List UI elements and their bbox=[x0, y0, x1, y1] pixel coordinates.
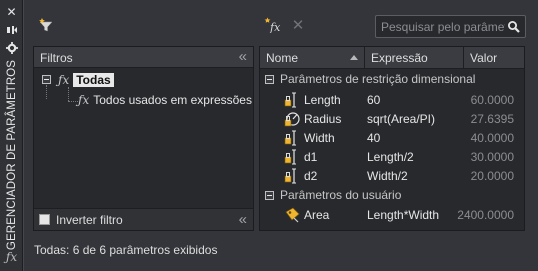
sort-ascending-icon bbox=[350, 55, 358, 60]
properties-gear-icon[interactable] bbox=[3, 40, 20, 56]
radial-dimension-icon bbox=[284, 112, 300, 127]
new-user-parameter-icon[interactable]: fx bbox=[264, 17, 284, 33]
filters-title: Filtros bbox=[40, 51, 73, 65]
tree-item-used-in-expressions[interactable]: ƒx Todos usados em expressões bbox=[78, 91, 252, 108]
parameter-value: 27.6395 bbox=[470, 112, 514, 126]
status-text: Todas: 6 de 6 parâmetros exibidos bbox=[34, 243, 218, 257]
filters-panel: Filtros « ƒx Todas ƒx Todos usados em ex… bbox=[33, 46, 254, 231]
table-row[interactable]: Radius sqrt(Area/PI) 27.6395 bbox=[260, 109, 524, 128]
collapse-toggle-icon[interactable] bbox=[42, 75, 51, 84]
parameter-name: Width bbox=[304, 131, 335, 145]
collapse-filters-icon[interactable]: « bbox=[239, 212, 247, 228]
tree-item-label: Todas bbox=[73, 72, 114, 87]
table-row[interactable]: d2 Width/2 20.0000 bbox=[260, 166, 524, 185]
invert-filter-checkbox[interactable] bbox=[39, 214, 50, 225]
parameter-name: d1 bbox=[304, 150, 318, 164]
search-icon[interactable] bbox=[507, 20, 521, 34]
search-input[interactable] bbox=[381, 19, 505, 35]
parameter-value: 30.0000 bbox=[470, 150, 514, 164]
filters-footer: Inverter filtro « bbox=[34, 208, 253, 230]
fx-icon: ƒx bbox=[5, 250, 18, 264]
palette-title[interactable]: GERENCIADOR DE PARÂMETROS bbox=[2, 60, 22, 250]
parameter-expression[interactable]: Width/2 bbox=[367, 169, 408, 183]
close-icon[interactable]: ✕ bbox=[3, 4, 20, 20]
new-filter-group-icon[interactable] bbox=[38, 17, 54, 33]
delete-icon[interactable]: ✕ bbox=[290, 17, 306, 34]
group-row-user[interactable]: Parâmetros do usuário bbox=[260, 186, 524, 204]
column-header-value[interactable]: Valor bbox=[464, 47, 526, 69]
user-parameter-icon bbox=[285, 207, 300, 223]
tree-line bbox=[68, 101, 78, 102]
parameter-expression[interactable]: sqrt(Area/PI) bbox=[367, 112, 435, 126]
parameter-value: 60.0000 bbox=[470, 93, 514, 107]
filters-header: Filtros « bbox=[34, 47, 253, 68]
table-row[interactable]: Area Length*Width 2400.0000 bbox=[260, 205, 524, 224]
parameter-name: Length bbox=[304, 93, 341, 107]
svg-text:fx: fx bbox=[269, 21, 281, 33]
fx-icon: ƒx bbox=[78, 92, 90, 107]
tree-item-all[interactable]: ƒx Todas bbox=[42, 71, 114, 88]
table-row[interactable]: d1 Length/2 30.0000 bbox=[260, 147, 524, 166]
parameter-expression[interactable]: Length/2 bbox=[367, 150, 414, 164]
linear-dimension-icon bbox=[284, 168, 296, 184]
group-row-dimensional[interactable]: Parâmetros de restrição dimensional bbox=[260, 70, 524, 88]
parameter-expression[interactable]: 60 bbox=[367, 93, 380, 107]
table-row[interactable]: Width 40 40.0000 bbox=[260, 128, 524, 147]
collapse-toggle-icon[interactable] bbox=[265, 74, 274, 84]
parameter-name: Area bbox=[304, 208, 330, 222]
table-row[interactable]: Length 60 60.0000 bbox=[260, 90, 524, 109]
column-header-name[interactable]: Nome bbox=[260, 47, 365, 69]
parameters-manager-main: fx ✕ Filtros « ƒx Todas ƒx Todos usados … bbox=[23, 0, 538, 271]
linear-dimension-icon bbox=[284, 130, 296, 146]
parameter-expression[interactable]: 40 bbox=[367, 131, 380, 145]
parameter-expression[interactable]: Length*Width bbox=[367, 208, 439, 222]
parameters-grid: Nome Expressão Valor Parâmetros de restr… bbox=[259, 46, 525, 231]
auto-hide-icon[interactable] bbox=[3, 22, 20, 38]
search-box[interactable] bbox=[375, 15, 526, 38]
tree-line bbox=[68, 87, 69, 101]
parameter-value: 40.0000 bbox=[470, 131, 514, 145]
parameter-value: 20.0000 bbox=[470, 169, 514, 183]
column-header-expression[interactable]: Expressão bbox=[365, 47, 464, 69]
grid-header: Nome Expressão Valor bbox=[260, 47, 524, 69]
linear-dimension-icon bbox=[284, 149, 296, 165]
group-label: Parâmetros de restrição dimensional bbox=[280, 72, 476, 86]
tree-item-label: Todos usados em expressões bbox=[93, 92, 252, 107]
collapse-filters-icon[interactable]: « bbox=[239, 49, 247, 65]
linear-dimension-icon bbox=[284, 92, 296, 108]
parameter-name: Radius bbox=[304, 112, 342, 126]
fx-icon: ƒx bbox=[58, 72, 70, 87]
parameter-name: d2 bbox=[304, 169, 318, 183]
parameter-value: 2400.0000 bbox=[457, 208, 514, 222]
palette-strip: ✕ GERENCIADOR DE PARÂMETROS ƒx bbox=[0, 0, 23, 271]
group-label: Parâmetros do usuário bbox=[280, 188, 402, 202]
collapse-toggle-icon[interactable] bbox=[265, 190, 274, 200]
invert-filter-label[interactable]: Inverter filtro bbox=[56, 213, 123, 227]
